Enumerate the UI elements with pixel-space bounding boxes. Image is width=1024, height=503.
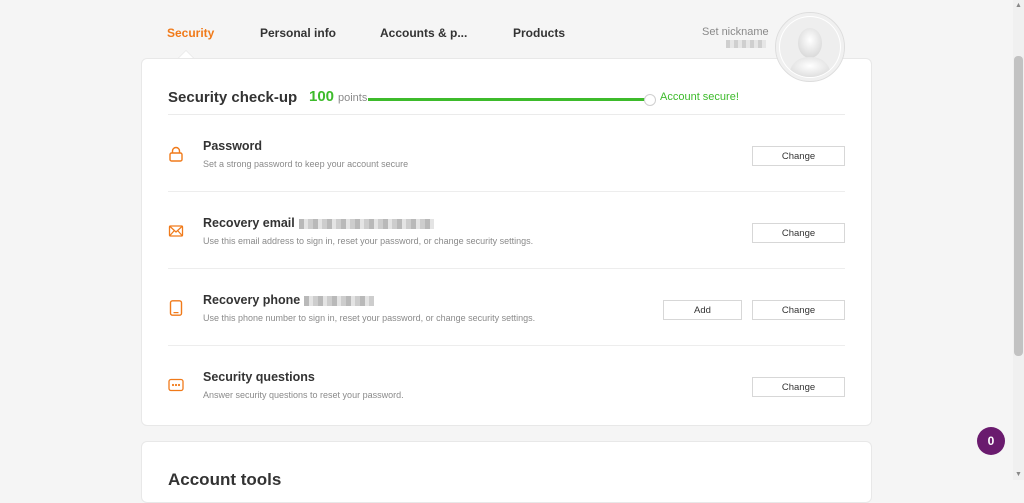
account-tools-card: Account tools	[141, 441, 872, 503]
change-security-questions-button[interactable]: Change	[752, 377, 845, 397]
scroll-up-arrow-icon[interactable]: ▲	[1014, 1, 1023, 10]
checkup-score: 100	[309, 88, 335, 105]
avatar-silhouette-icon	[780, 17, 840, 77]
checkup-progress-bar	[368, 98, 648, 101]
security-questions-title: Security questions	[203, 370, 315, 384]
checkup-progress-fill	[368, 98, 648, 101]
change-recovery-phone-button[interactable]: Change	[752, 300, 845, 320]
redacted-phone	[304, 295, 375, 306]
dots-icon	[168, 378, 184, 392]
top-nav: Security Personal info Accounts & p... P…	[0, 0, 1013, 58]
recovery-email-description: Use this email address to sign in, reset…	[203, 236, 534, 246]
scrollbar[interactable]: ▲ ▼	[1013, 0, 1024, 480]
scroll-down-arrow-icon[interactable]: ▼	[1014, 470, 1023, 479]
recovery-phone-title: Recovery phone	[203, 293, 375, 307]
tab-personal-info[interactable]: Personal info	[260, 26, 336, 40]
progress-end-marker	[644, 94, 656, 106]
notification-badge[interactable]: 0	[977, 427, 1005, 455]
row-recovery-email: Recovery email Use this email address to…	[168, 192, 845, 269]
recovery-phone-description: Use this phone number to sign in, reset …	[203, 313, 536, 323]
tab-security[interactable]: Security	[167, 26, 214, 40]
tab-products[interactable]: Products	[513, 26, 565, 40]
envelope-icon	[168, 225, 184, 237]
account-status: Account secure!	[660, 91, 739, 103]
row-password: Password Set a strong password to keep y…	[168, 115, 845, 192]
recovery-email-title: Recovery email	[203, 216, 434, 230]
row-security-questions: Security questions Answer security quest…	[168, 346, 845, 423]
set-nickname-link[interactable]: Set nickname	[702, 26, 769, 38]
tab-accounts[interactable]: Accounts & p...	[380, 26, 467, 40]
security-questions-description: Answer security questions to reset your …	[203, 390, 404, 400]
checkup-points-label: points	[338, 92, 368, 104]
password-description: Set a strong password to keep your accou…	[203, 159, 409, 169]
redacted-email	[298, 218, 434, 229]
row-recovery-phone: Recovery phone Use this phone number to …	[168, 269, 845, 346]
avatar[interactable]	[775, 12, 845, 82]
phone-icon	[169, 300, 183, 316]
security-card: Security check-up 100 points Account sec…	[141, 58, 872, 426]
add-recovery-phone-button[interactable]: Add	[663, 300, 742, 320]
change-recovery-email-button[interactable]: Change	[752, 223, 845, 243]
security-checkup-title: Security check-up	[168, 89, 298, 106]
redacted-username	[726, 40, 766, 48]
account-tools-title: Account tools	[168, 470, 282, 489]
scroll-thumb[interactable]	[1014, 56, 1023, 356]
change-password-button[interactable]: Change	[752, 146, 845, 166]
password-title: Password	[203, 139, 263, 153]
lock-icon	[169, 146, 183, 162]
